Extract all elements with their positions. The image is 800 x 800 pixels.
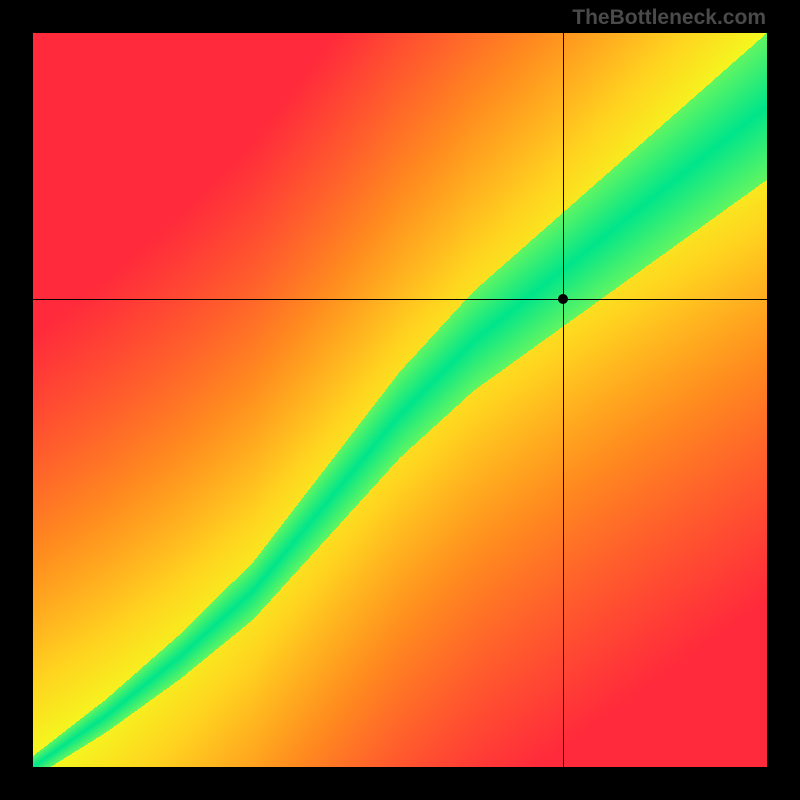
heatmap-plot [33, 33, 767, 767]
heatmap-canvas [33, 33, 767, 767]
crosshair-marker [558, 294, 568, 304]
crosshair-horizontal [33, 299, 767, 300]
chart-frame: TheBottleneck.com [0, 0, 800, 800]
watermark-text: TheBottleneck.com [572, 6, 766, 30]
crosshair-vertical [563, 33, 564, 767]
